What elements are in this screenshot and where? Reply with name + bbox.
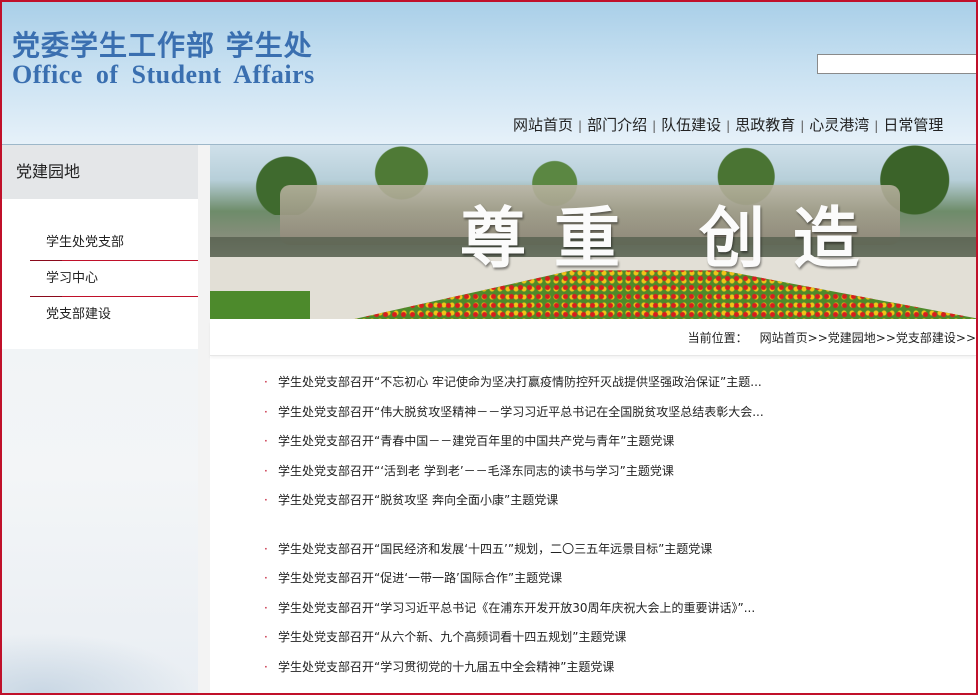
news-item[interactable]: · 学生处党支部召开“学习贯彻党的十九届五中全会精神”主题党课 (260, 653, 976, 683)
breadcrumb-branch-building[interactable]: 党支部建设 (896, 331, 956, 345)
nav-item-education[interactable]: 思政教育 (732, 114, 798, 135)
breadcrumb-separator: >> (875, 331, 896, 345)
banner-grass (210, 291, 310, 319)
news-item[interactable]: · 学生处党支部召开“国民经济和发展‘十四五’”规划，二〇三五年远景目标”主题党课 (260, 535, 976, 565)
nav-item-management[interactable]: 日常管理 (880, 114, 946, 135)
sidebar-item-study-center[interactable]: 学习中心 (30, 261, 198, 297)
news-item-title[interactable]: 学生处党支部召开“不忘初心 牢记使命为坚决打赢疫情防控歼灭战提供坚强政治保证”主… (278, 375, 762, 389)
bullet-icon: · (264, 434, 268, 448)
news-item[interactable]: · 学生处党支部召开“伟大脱贫攻坚精神－－学习习近平总书记在全国脱贫攻坚总结表彰大… (260, 398, 976, 428)
logo-chinese[interactable]: 党委学生工作部 学生处 (12, 24, 313, 64)
news-item-title[interactable]: 学生处党支部召开“从六个新、九个高频词看十四五规划”主题党课 (278, 630, 626, 644)
main-nav: 网站首页 | 部门介绍 | 队伍建设 | 思政教育 | 心灵港湾 | 日常管理 (510, 114, 946, 135)
news-item[interactable]: · 学生处党支部召开“‘活到老 学到老’－－毛泽东同志的读书与学习”主题党课 (260, 457, 976, 487)
bullet-icon: · (264, 493, 268, 507)
search-input[interactable] (817, 54, 976, 74)
bullet-icon: · (264, 541, 268, 556)
logo-english[interactable]: Office of Student Affairs (12, 60, 315, 90)
news-item[interactable]: · 学生处党支部召开“脱贫攻坚 奔向全面小康”主题党课 (260, 486, 976, 516)
news-item-title[interactable]: 学生处党支部召开“学习贯彻党的十九届五中全会精神”主题党课 (278, 660, 614, 674)
bullet-icon: · (264, 375, 268, 389)
nav-separator: | (726, 119, 731, 133)
news-list: · 学生处党支部召开“不忘初心 牢记使命为坚决打赢疫情防控歼灭战提供坚强政治保证”… (260, 368, 976, 682)
sidebar: 党建园地 学生处党支部 学习中心 党支部建设 (2, 145, 198, 693)
bullet-icon: · (264, 630, 268, 644)
sidebar-menu: 学生处党支部 学习中心 党支部建设 (2, 199, 198, 349)
breadcrumb-separator: >> (807, 331, 828, 345)
news-item-title[interactable]: 学生处党支部召开“国民经济和发展‘十四五’”规划，二〇三五年远景目标”主题党课 (278, 542, 712, 556)
breadcrumb-separator: >> (955, 331, 976, 345)
sidebar-item-party-branch[interactable]: 学生处党支部 (30, 225, 198, 261)
nav-separator: | (578, 119, 583, 133)
bullet-icon: · (264, 571, 268, 585)
nav-item-home[interactable]: 网站首页 (510, 114, 576, 135)
nav-separator: | (652, 119, 657, 133)
news-item[interactable]: · 学生处党支部召开“学习习近平总书记《在浦东开发开放30周年庆祝大会上的重要讲话… (260, 594, 976, 624)
news-item-title[interactable]: 学生处党支部召开“促进‘一带一路’国际合作”主题党课 (278, 571, 562, 585)
banner-image: 尊重 创造 (210, 145, 976, 319)
news-item-title[interactable]: 学生处党支部召开“青春中国－－建党百年里的中国共产党与青年”主题党课 (278, 434, 674, 448)
news-item-title[interactable]: 学生处党支部召开“脱贫攻坚 奔向全面小康”主题党课 (278, 493, 558, 507)
nav-separator: | (874, 119, 879, 133)
content-gutter (198, 145, 210, 693)
breadcrumb-label: 当前位置： (687, 331, 748, 345)
nav-item-counseling[interactable]: 心灵港湾 (806, 114, 872, 135)
news-item[interactable]: · 学生处党支部召开“青春中国－－建党百年里的中国共产党与青年”主题党课 (260, 427, 976, 457)
bullet-icon: · (264, 659, 268, 674)
bullet-icon: · (264, 463, 268, 478)
bullet-icon: · (264, 404, 268, 419)
breadcrumb-home[interactable]: 网站首页 (760, 331, 808, 345)
news-item[interactable]: · 学生处党支部召开“促进‘一带一路’国际合作”主题党课 (260, 564, 976, 594)
nav-separator: | (800, 119, 805, 133)
news-item-title[interactable]: 学生处党支部召开“‘活到老 学到老’－－毛泽东同志的读书与学习”主题党课 (278, 464, 674, 478)
nav-item-team[interactable]: 队伍建设 (658, 114, 724, 135)
news-item-title[interactable]: 学生处党支部召开“学习习近平总书记《在浦东开发开放30周年庆祝大会上的重要讲话》… (278, 601, 755, 615)
sidebar-item-branch-building[interactable]: 党支部建设 (30, 297, 198, 333)
news-item[interactable]: · 学生处党支部召开“不忘初心 牢记使命为坚决打赢疫情防控歼灭战提供坚强政治保证”… (260, 368, 976, 398)
sidebar-decoration (2, 633, 198, 693)
bullet-icon: · (264, 600, 268, 615)
news-item[interactable]: · 学生处党支部召开“从六个新、九个高频词看十四五规划”主题党课 (260, 623, 976, 653)
sidebar-title: 党建园地 (2, 145, 198, 199)
breadcrumb: 当前位置： 网站首页>>党建园地>>党支部建设>> (210, 321, 976, 356)
site-header: 党委学生工作部 学生处 Office of Student Affairs 网站… (2, 2, 976, 145)
breadcrumb-party-garden[interactable]: 党建园地 (828, 331, 876, 345)
page-frame: 党委学生工作部 学生处 Office of Student Affairs 网站… (0, 0, 978, 695)
news-item-title[interactable]: 学生处党支部召开“伟大脱贫攻坚精神－－学习习近平总书记在全国脱贫攻坚总结表彰大会… (278, 405, 764, 419)
banner-sculpture-text: 尊重 创造 (460, 199, 887, 277)
nav-item-department[interactable]: 部门介绍 (584, 114, 650, 135)
